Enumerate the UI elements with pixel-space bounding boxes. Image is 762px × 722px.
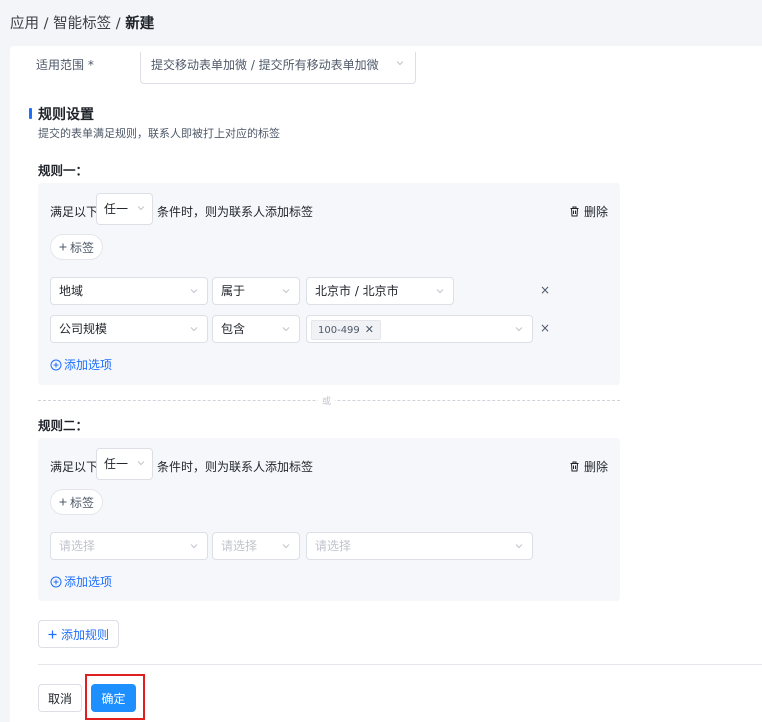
scope-row: 适用范围 * 提交移动表单加微 / 提交所有移动表单加微: [36, 52, 416, 84]
chevron-down-icon: [189, 324, 199, 334]
add-tag-button[interactable]: 标签: [50, 234, 103, 260]
plus-icon: [48, 630, 57, 639]
scope-value: 提交移动表单加微 / 提交所有移动表单加微: [151, 58, 379, 72]
tag-button-label: 标签: [69, 495, 94, 510]
condition-operator-select[interactable]: 包含: [212, 315, 300, 343]
operator-value: 属于: [221, 284, 246, 298]
plus-circle-icon: [50, 359, 62, 371]
value-placeholder: 请选择: [315, 539, 352, 553]
condition-value-select[interactable]: 北京市 / 北京市: [306, 277, 454, 305]
condition-operator-select[interactable]: 属于: [212, 277, 300, 305]
add-option-button[interactable]: 添加选项: [50, 356, 112, 373]
add-rule-label: 添加规则: [60, 627, 109, 642]
chevron-down-icon: [281, 541, 291, 551]
condition-field-select[interactable]: 公司规模: [50, 315, 208, 343]
add-rule-button[interactable]: 添加规则: [38, 620, 119, 648]
condition-value-select[interactable]: 请选择: [306, 532, 533, 560]
cond-prefix: 满足以下: [50, 205, 99, 219]
chevron-down-icon: [281, 286, 291, 296]
add-option-label: 添加选项: [64, 575, 113, 589]
plus-circle-icon: [50, 576, 62, 588]
operator-placeholder: 请选择: [221, 539, 258, 553]
tag-button-label: 标签: [69, 240, 94, 255]
cond-prefix: 满足以下: [50, 460, 99, 474]
match-mode-value: 任一: [104, 202, 129, 216]
chevron-down-icon: [514, 324, 524, 334]
chip-close-icon[interactable]: ✕: [365, 323, 374, 336]
chevron-down-icon: [189, 286, 199, 296]
scope-select[interactable]: 提交移动表单加微 / 提交所有移动表单加微: [140, 52, 416, 84]
condition-operator-select[interactable]: 请选择: [212, 532, 300, 560]
scope-label: 适用范围 *: [36, 58, 94, 72]
section-desc: 提交的表单满足规则，联系人即被打上对应的标签: [38, 127, 280, 140]
match-mode-select[interactable]: 任一: [96, 193, 153, 225]
chip-label: 100-499: [318, 325, 360, 336]
delete-rule-button[interactable]: 删除: [569, 203, 608, 220]
chevron-down-icon: [514, 541, 524, 551]
chevron-down-icon: [435, 286, 445, 296]
footer-divider: [38, 664, 762, 665]
rule-2-box: 满足以下 任一 条件时，则为联系人添加标签 删除 标签 请选择 请选择 请选择: [38, 438, 620, 601]
condition-multi-value-select[interactable]: 100-499 ✕: [306, 315, 533, 343]
delete-label: 删除: [583, 205, 608, 219]
chevron-down-icon: [189, 541, 199, 551]
match-mode-value: 任一: [104, 457, 129, 471]
rule-2-title: 规则二：: [38, 418, 89, 433]
breadcrumb-path[interactable]: 应用 / 智能标签 /: [10, 16, 125, 32]
rule-1-box: 满足以下 任一 条件时，则为联系人添加标签 删除 标签 地域 属于 北京市 / …: [38, 183, 620, 385]
field-placeholder: 请选择: [59, 539, 96, 553]
cond-suffix: 条件时，则为联系人添加标签: [157, 205, 314, 219]
chevron-down-icon: [136, 203, 146, 213]
add-option-label: 添加选项: [64, 358, 113, 372]
section-title: 规则设置: [38, 107, 94, 123]
chevron-down-icon: [395, 58, 405, 68]
value-text: 北京市 / 北京市: [315, 284, 399, 298]
condition-field-select[interactable]: 地域: [50, 277, 208, 305]
plus-icon: [59, 243, 67, 251]
add-option-button[interactable]: 添加选项: [50, 573, 112, 590]
cond-suffix: 条件时，则为联系人添加标签: [157, 460, 314, 474]
delete-rule-button[interactable]: 删除: [569, 458, 608, 475]
divider-or-text: 或: [318, 394, 336, 407]
rule-1-title: 规则一：: [38, 163, 89, 178]
form-card: 适用范围 * 提交移动表单加微 / 提交所有移动表单加微 规则设置 提交的表单满…: [10, 46, 762, 722]
cancel-button[interactable]: 取消: [38, 684, 82, 712]
trash-icon: [569, 206, 580, 217]
plus-icon: [59, 498, 67, 506]
chevron-down-icon: [281, 324, 291, 334]
chevron-down-icon: [136, 458, 146, 468]
field-value: 公司规模: [59, 322, 108, 336]
confirm-button[interactable]: 确定: [91, 684, 136, 712]
operator-value: 包含: [221, 322, 246, 336]
delete-label: 删除: [583, 460, 608, 474]
add-tag-button[interactable]: 标签: [50, 489, 103, 515]
match-mode-select[interactable]: 任一: [96, 448, 153, 480]
remove-condition-button[interactable]: ×: [540, 283, 550, 297]
condition-field-select[interactable]: 请选择: [50, 532, 208, 560]
value-chip: 100-499 ✕: [311, 320, 382, 340]
breadcrumb: 应用 / 智能标签 / 新建: [0, 0, 762, 46]
breadcrumb-current: 新建: [125, 16, 155, 32]
remove-condition-button[interactable]: ×: [540, 321, 550, 335]
trash-icon: [569, 461, 580, 472]
field-value: 地域: [59, 284, 84, 298]
